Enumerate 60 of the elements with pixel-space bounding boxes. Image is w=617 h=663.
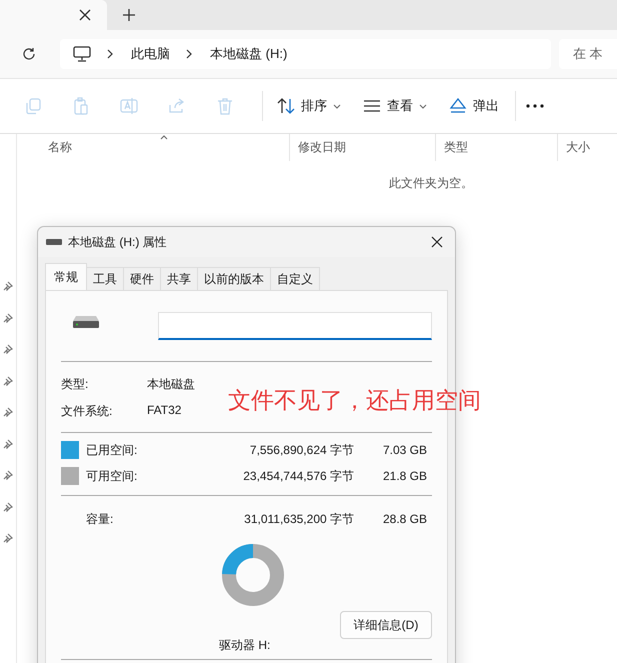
column-header[interactable]: 修改日期 xyxy=(290,134,436,161)
share-icon xyxy=(168,97,186,115)
column-header[interactable]: 名称 xyxy=(17,134,290,161)
byte-count: 7,556,890,624 字节 xyxy=(248,442,354,458)
dialog-tab[interactable]: 常规 xyxy=(45,263,87,290)
byte-count: 23,454,744,576 字节 xyxy=(242,468,354,484)
copy-icon xyxy=(24,97,42,115)
dialog-title: 本地磁盘 (H:) 属性 xyxy=(68,234,168,250)
property-value: FAT32 xyxy=(147,403,182,419)
delete-icon xyxy=(216,97,234,115)
sort-caret-icon xyxy=(160,135,168,140)
details-button[interactable]: 详细信息(D) xyxy=(340,611,432,639)
more-icon xyxy=(526,104,544,108)
annotation-text: 文件不见了，还占用空间 xyxy=(228,386,481,415)
search-field[interactable]: 在 本 xyxy=(559,39,617,69)
pin-icon[interactable] xyxy=(3,407,13,417)
pin-icon[interactable] xyxy=(3,438,13,448)
pin-icon[interactable] xyxy=(3,533,13,543)
sort-icon xyxy=(277,98,295,114)
refresh-icon[interactable] xyxy=(22,47,36,61)
new-tab-icon[interactable] xyxy=(123,9,135,21)
column-header[interactable]: 大小 xyxy=(558,134,617,161)
property-label: 类型: xyxy=(61,376,88,393)
close-icon[interactable] xyxy=(79,9,91,21)
chevron-icon xyxy=(186,49,192,59)
breadcrumb[interactable]: 本地磁盘 (H:) xyxy=(210,45,288,63)
address-field[interactable]: 此电脑 本地磁盘 (H:) xyxy=(60,39,551,69)
monitor-icon xyxy=(73,46,91,62)
pin-icon[interactable] xyxy=(3,281,13,291)
eject-icon xyxy=(449,98,467,114)
name-field[interactable] xyxy=(158,312,432,340)
byte-count: 31,011,635,200 字节 xyxy=(243,510,354,528)
close-icon[interactable] xyxy=(431,236,443,248)
capacity-label: 容量: xyxy=(86,510,114,528)
toolbar-button[interactable]: 排序 xyxy=(271,90,351,122)
pin-icon[interactable] xyxy=(3,502,13,512)
toolbar-button[interactable]: 弹出 xyxy=(443,90,509,122)
size-value: 7.03 GB xyxy=(382,443,427,457)
rename-icon xyxy=(120,97,138,115)
size-value: 28.8 GB xyxy=(382,512,427,526)
pin-icon[interactable] xyxy=(3,344,13,354)
dialog-tab[interactable]: 自定义 xyxy=(270,267,320,290)
menu-icon xyxy=(363,99,381,113)
clipboard-icon xyxy=(72,97,90,115)
pin-icon[interactable] xyxy=(3,470,13,480)
empty-message: 此文件夹为空。 xyxy=(389,175,474,192)
space-label: 可用空间: xyxy=(86,468,138,484)
space-label: 已用空间: xyxy=(86,442,138,458)
chevron-icon xyxy=(107,49,113,59)
pin-icon[interactable] xyxy=(3,376,13,386)
size-value: 21.8 GB xyxy=(382,469,427,483)
property-value: 本地磁盘 xyxy=(147,376,195,393)
toolbar-button[interactable]: 查看 xyxy=(357,90,437,122)
property-label: 文件系统: xyxy=(61,403,112,420)
column-header[interactable]: 类型 xyxy=(436,134,558,161)
breadcrumb[interactable]: 此电脑 xyxy=(131,45,170,63)
drive-icon xyxy=(72,315,100,329)
drive-label: 驱动器 H: xyxy=(219,636,270,654)
drive-icon xyxy=(46,239,62,245)
pin-icon[interactable] xyxy=(3,312,13,322)
